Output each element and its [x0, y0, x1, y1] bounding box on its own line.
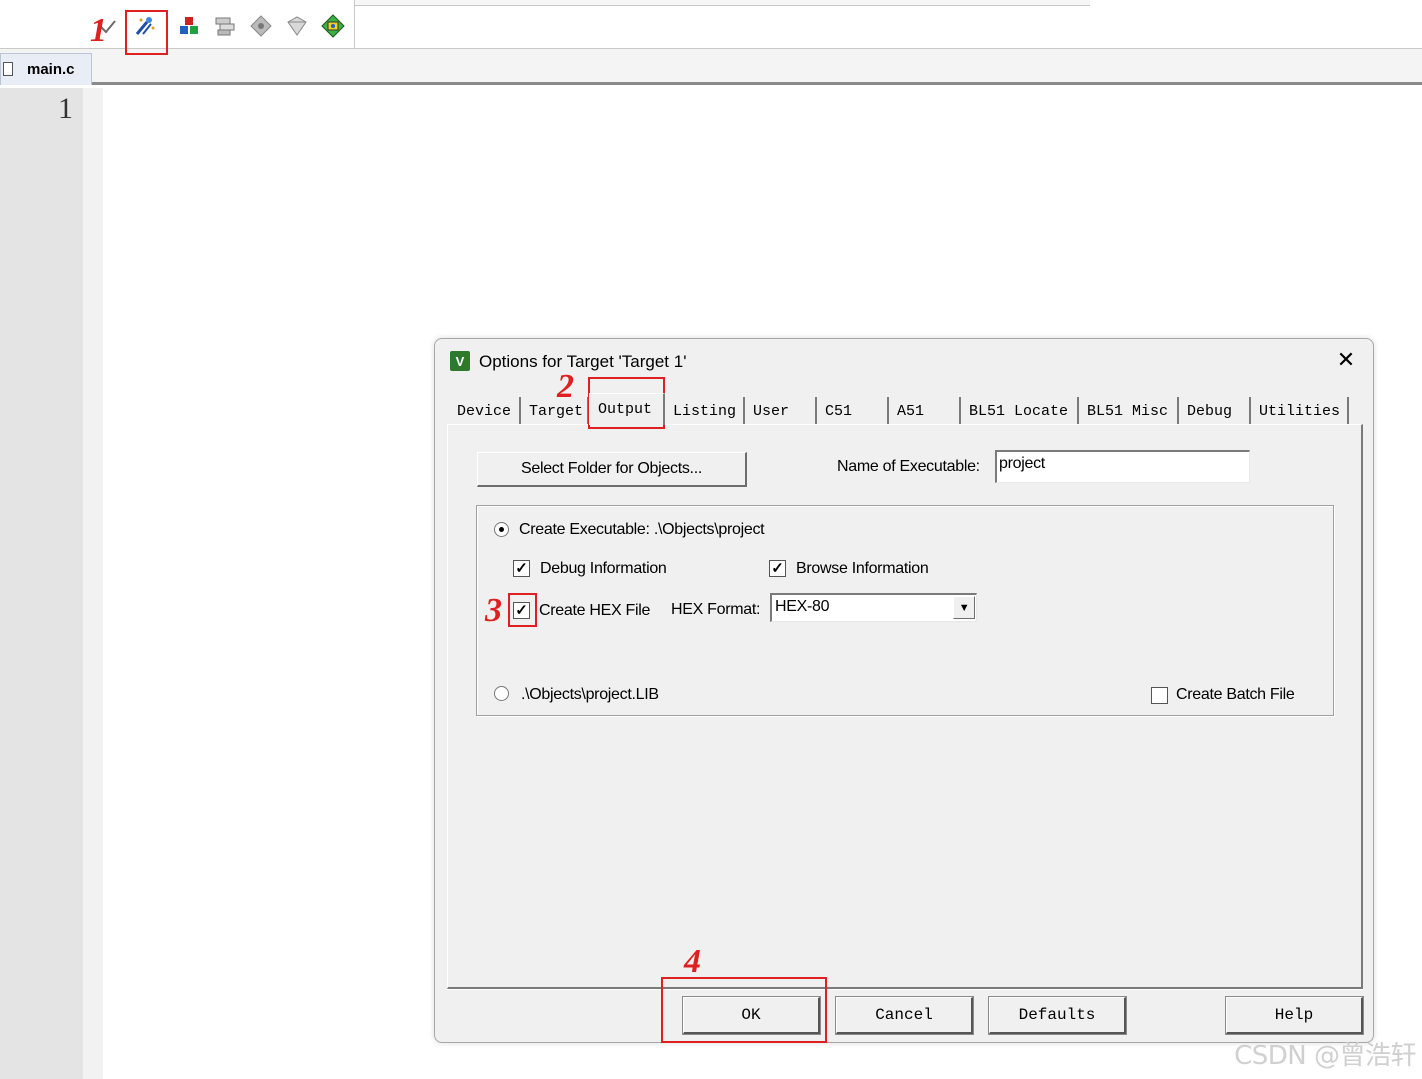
tab-bl51-locate[interactable]: BL51 Locate [961, 397, 1079, 425]
hex-format-select[interactable]: HEX-80 ▼ [770, 593, 977, 622]
line-number: 1 [58, 92, 73, 125]
tab-output[interactable]: Output [589, 393, 665, 425]
browse-information-checkbox[interactable]: ✓ [769, 560, 786, 577]
tab-device[interactable]: Device [449, 397, 521, 425]
tab-bl51-misc[interactable]: BL51 Misc [1079, 397, 1179, 425]
name-of-executable-input[interactable]: project [995, 450, 1250, 483]
document-icon [3, 62, 13, 76]
tab-utilities[interactable]: Utilities [1251, 397, 1349, 425]
options-for-target-icon[interactable] [131, 12, 159, 40]
editor-tab-bar: main.c [0, 49, 1422, 85]
close-icon[interactable]: ✕ [1333, 347, 1359, 373]
create-hex-file-checkbox[interactable]: ✓ [513, 602, 530, 619]
editor-gutter [0, 88, 83, 1079]
file-tab-main-c[interactable]: main.c [0, 53, 92, 85]
debug-information-checkbox[interactable]: ✓ [513, 560, 530, 577]
tab-debug[interactable]: Debug [1179, 397, 1251, 425]
tab-user[interactable]: User [745, 397, 817, 425]
create-library-radio[interactable] [494, 686, 509, 701]
file-tab-label: main.c [27, 61, 75, 78]
build-toolbar [0, 0, 355, 48]
ok-button[interactable]: OK [682, 996, 821, 1035]
watermark: CSDN @曾浩轩 [1234, 1041, 1416, 1071]
create-batch-file-checkbox[interactable] [1151, 687, 1168, 704]
tab-c51[interactable]: C51 [817, 397, 889, 425]
chevron-down-icon[interactable]: ▼ [953, 596, 975, 619]
button-row-divider [447, 989, 1363, 990]
tab-target[interactable]: Target [521, 397, 589, 425]
cancel-button[interactable]: Cancel [835, 996, 974, 1035]
annotation-step-2: 2 [557, 368, 574, 405]
dialog-title: Options for Target 'Target 1' [479, 352, 687, 371]
manage-components-icon[interactable] [175, 12, 203, 40]
annotation-step-1: 1 [90, 12, 107, 49]
annotation-step-3: 3 [485, 592, 502, 629]
annotation-step-4: 4 [684, 943, 701, 980]
name-of-executable-label: Name of Executable: [837, 458, 980, 475]
help-button[interactable]: Help [1225, 996, 1364, 1035]
hex-format-value: HEX-80 [775, 598, 830, 615]
file-extensions-icon[interactable] [211, 12, 239, 40]
create-library-label: .\Objects\project.LIB [521, 686, 659, 703]
uvision-app-icon: V [450, 351, 470, 371]
tab-listing[interactable]: Listing [665, 397, 745, 425]
create-executable-label: Create Executable: .\Objects\project [519, 521, 765, 538]
editor-margin [83, 88, 103, 1079]
tab-a51[interactable]: A51 [889, 397, 961, 425]
defaults-button[interactable]: Defaults [988, 996, 1127, 1035]
hex-format-label: HEX Format: [671, 601, 761, 618]
pack-installer-icon[interactable] [283, 12, 311, 40]
options-for-target-dialog: V Options for Target 'Target 1' ✕ Device… [434, 338, 1374, 1043]
create-batch-file-label: Create Batch File [1176, 686, 1295, 703]
select-folder-button[interactable]: Select Folder for Objects... [477, 452, 747, 487]
select-packs-icon[interactable] [247, 12, 275, 40]
create-hex-file-label: Create HEX File [539, 602, 651, 619]
create-executable-radio[interactable] [494, 522, 509, 537]
rte-icon[interactable] [319, 12, 347, 40]
browse-information-label: Browse Information [796, 560, 929, 577]
debug-information-label: Debug Information [540, 560, 667, 577]
